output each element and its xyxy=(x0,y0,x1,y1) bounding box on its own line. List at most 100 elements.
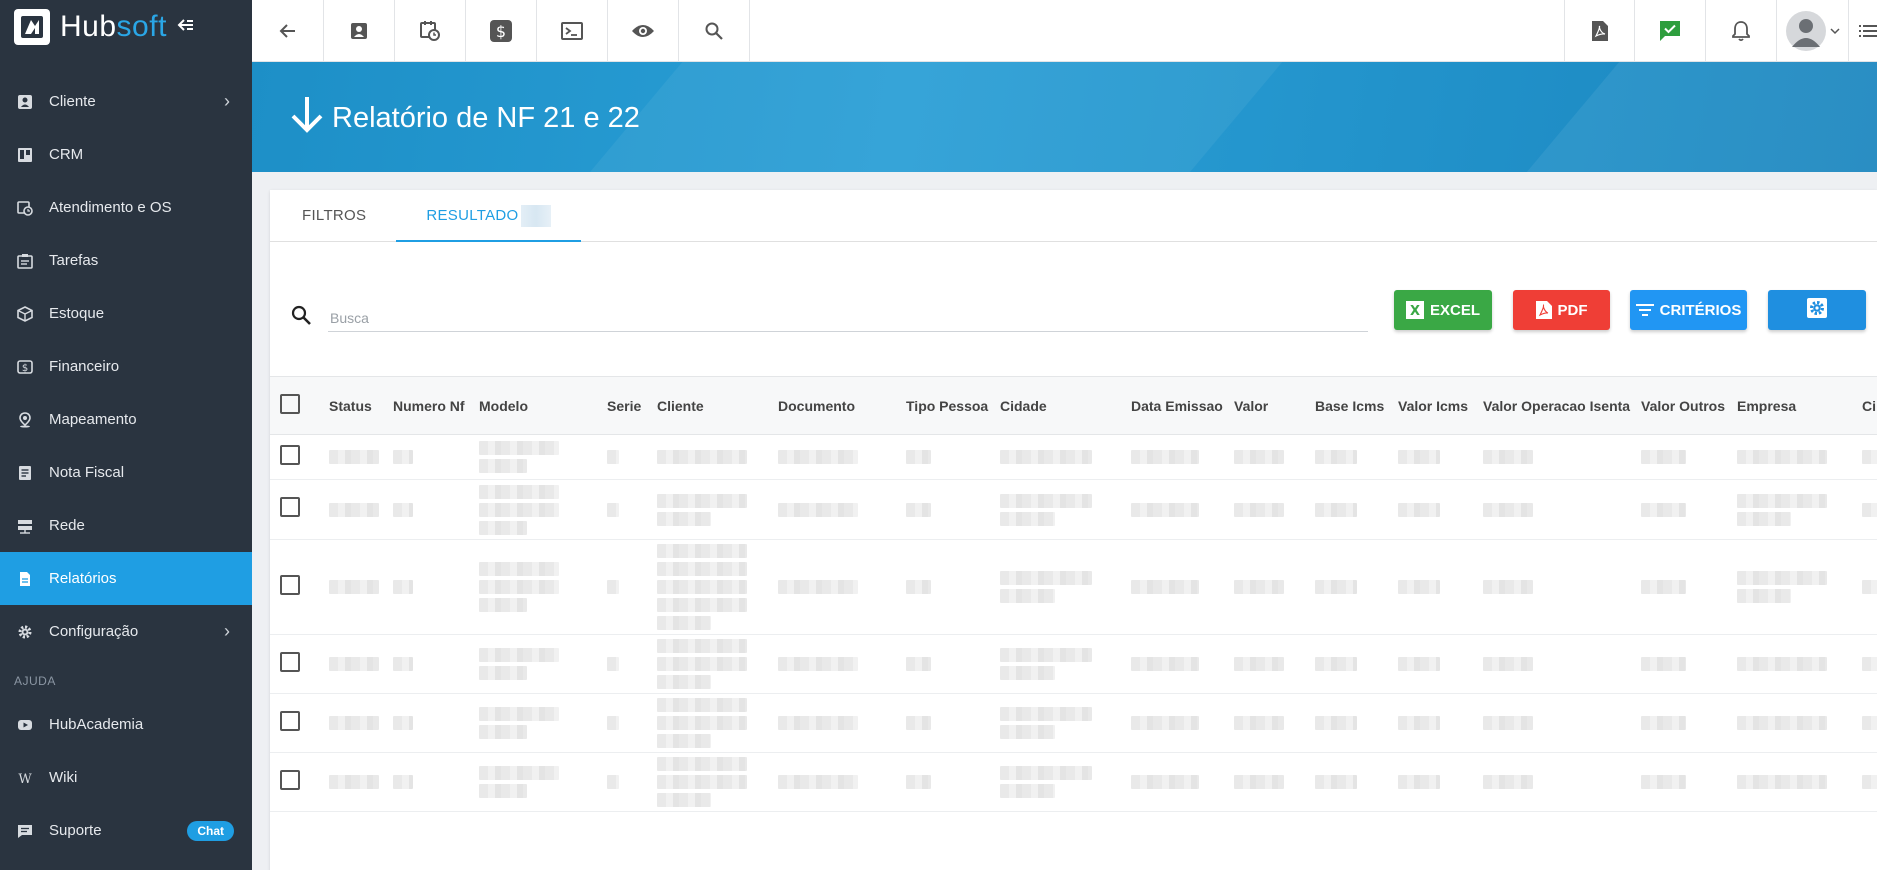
export-pdf-button[interactable]: PDF xyxy=(1513,290,1610,330)
sidebar-item-suporte[interactable]: Suporte Chat xyxy=(0,804,252,857)
notifications-button[interactable] xyxy=(1706,0,1777,62)
chat-check-icon xyxy=(1660,21,1680,41)
view-button[interactable] xyxy=(608,0,679,62)
sidebar-item-wiki[interactable]: W Wiki xyxy=(0,751,252,804)
redacted-value xyxy=(1737,493,1827,508)
column-header[interactable]: Empresa xyxy=(1733,377,1858,435)
page-title-text: Relatório de NF 21 e 22 xyxy=(332,101,640,134)
search-input[interactable] xyxy=(328,304,1368,332)
sidebar-item-relatorios[interactable]: Relatórios xyxy=(0,552,252,605)
redacted-value xyxy=(1737,589,1791,603)
column-header[interactable]: Modelo xyxy=(475,377,603,435)
table-row[interactable] xyxy=(270,434,1877,480)
criteria-button[interactable]: CRITÉRIOS xyxy=(1630,290,1747,330)
table-cell xyxy=(902,634,996,694)
clientes-shortcut-button[interactable] xyxy=(324,0,395,62)
table-row[interactable] xyxy=(270,634,1877,694)
collapse-sidebar-icon[interactable] xyxy=(177,16,195,39)
redacted-value xyxy=(479,725,527,739)
settings-button[interactable] xyxy=(1768,290,1866,330)
sidebar-item-financeiro[interactable]: $ Financeiro xyxy=(0,340,252,393)
redacted-value xyxy=(479,441,559,455)
table-cell xyxy=(603,434,653,480)
sidebar-item-configuracao[interactable]: Configuração › xyxy=(0,605,252,658)
row-checkbox[interactable] xyxy=(280,444,300,465)
sidebar-item-rede[interactable]: Rede xyxy=(0,499,252,552)
redacted-value xyxy=(1862,657,1877,671)
table-cell xyxy=(902,752,996,812)
financeiro-shortcut-button[interactable]: $ xyxy=(466,0,537,62)
column-header[interactable]: Ci xyxy=(1858,377,1877,435)
terminal-button[interactable] xyxy=(537,0,608,62)
svg-text:$: $ xyxy=(496,22,506,41)
sidebar-item-mapeamento[interactable]: Mapeamento xyxy=(0,393,252,446)
svg-text:W: W xyxy=(18,772,32,786)
redacted-value xyxy=(1234,502,1284,517)
column-header[interactable]: Cidade xyxy=(996,377,1127,435)
results-table-wrap[interactable]: Status Numero Nf Modelo Serie Cliente Do… xyxy=(270,376,1877,812)
sidebar-item-tarefas[interactable]: Tarefas xyxy=(0,234,252,287)
table-row[interactable] xyxy=(270,539,1877,635)
column-header[interactable]: Valor Operacao Isenta xyxy=(1479,377,1637,435)
table-row[interactable] xyxy=(270,479,1877,540)
column-header[interactable]: Valor Icms xyxy=(1394,377,1479,435)
user-menu-button[interactable] xyxy=(1777,0,1849,62)
messages-button[interactable] xyxy=(1635,0,1706,62)
brand[interactable]: Hubsoft xyxy=(0,0,252,54)
redacted-value xyxy=(657,616,711,630)
chat-badge[interactable]: Chat xyxy=(187,820,234,841)
excel-icon: X xyxy=(1405,301,1424,319)
atendimento-shortcut-button[interactable] xyxy=(395,0,466,62)
table-cell xyxy=(475,479,603,540)
search-button[interactable] xyxy=(679,0,750,62)
column-header[interactable]: Valor Outros xyxy=(1637,377,1733,435)
select-all-cell xyxy=(270,377,325,435)
table-cell xyxy=(1733,434,1858,480)
row-checkbox[interactable] xyxy=(280,710,300,731)
sidebar-item-crm[interactable]: CRM xyxy=(0,128,252,181)
list-menu-button[interactable] xyxy=(1849,0,1877,62)
table-cell xyxy=(603,539,653,635)
sidebar-item-nota-fiscal[interactable]: Nota Fiscal xyxy=(0,446,252,499)
export-excel-button[interactable]: X EXCEL xyxy=(1394,290,1492,330)
column-header[interactable]: Serie xyxy=(603,377,653,435)
column-header[interactable]: Base Icms xyxy=(1311,377,1394,435)
column-header[interactable]: Tipo Pessoa xyxy=(902,377,996,435)
tab-filtros[interactable]: FILTROS xyxy=(272,190,396,241)
table-cell xyxy=(325,434,389,480)
redacted-value xyxy=(393,580,413,594)
row-checkbox[interactable] xyxy=(280,651,300,672)
redacted-value xyxy=(1000,511,1056,526)
table-cell xyxy=(1394,752,1479,812)
table-cell xyxy=(1394,434,1479,480)
redacted-value xyxy=(1000,784,1056,798)
column-header[interactable]: Valor xyxy=(1230,377,1311,435)
table-cell xyxy=(774,434,902,480)
sidebar-item-hubacademia[interactable]: HubAcademia xyxy=(0,698,252,751)
table-cell xyxy=(1479,539,1637,635)
sidebar-item-label: Wiki xyxy=(49,769,78,786)
column-header[interactable]: Data Emissao xyxy=(1127,377,1230,435)
column-header[interactable]: Documento xyxy=(774,377,902,435)
table-row[interactable] xyxy=(270,752,1877,812)
pdf-shortcut-button[interactable] xyxy=(1564,0,1635,62)
tab-resultado[interactable]: RESULTADO xyxy=(396,190,581,242)
column-header[interactable]: Numero Nf xyxy=(389,377,475,435)
list-icon xyxy=(1859,25,1877,37)
sidebar-item-atendimento[interactable]: Atendimento e OS xyxy=(0,181,252,234)
sidebar-item-estoque[interactable]: Estoque xyxy=(0,287,252,340)
table-cell xyxy=(902,479,996,540)
row-checkbox[interactable] xyxy=(280,497,300,517)
back-button[interactable] xyxy=(252,0,324,62)
row-checkbox[interactable] xyxy=(280,769,300,790)
sidebar-item-cliente[interactable]: Cliente › xyxy=(0,75,252,128)
table-row[interactable] xyxy=(270,693,1877,753)
table-cell xyxy=(389,479,475,540)
filter-icon xyxy=(1635,303,1654,317)
select-all-checkbox[interactable] xyxy=(280,394,300,414)
table-cell xyxy=(389,634,475,694)
row-checkbox[interactable] xyxy=(280,574,300,595)
table-cell xyxy=(389,434,475,480)
column-header[interactable]: Cliente xyxy=(653,377,774,435)
column-header[interactable]: Status xyxy=(325,377,389,435)
